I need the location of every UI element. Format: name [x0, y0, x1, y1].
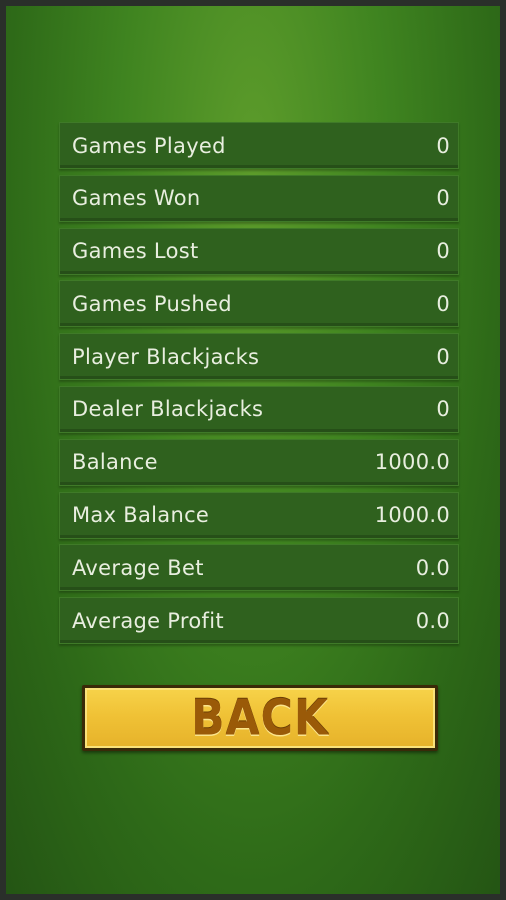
stat-row-average-bet: Average Bet 0.0 — [59, 544, 459, 592]
stat-label: Max Balance — [72, 503, 210, 528]
stat-label: Games Pushed — [72, 291, 232, 316]
stat-value: 1000.0 — [374, 450, 450, 475]
stat-row-dealer-blackjacks: Dealer Blackjacks 0 — [59, 385, 459, 433]
stat-row-player-blackjacks: Player Blackjacks 0 — [59, 333, 459, 381]
stat-value: 1000.0 — [374, 503, 450, 528]
stat-row-balance: Balance 1000.0 — [59, 438, 459, 486]
stat-label: Average Profit — [72, 608, 224, 633]
stat-value: 0 — [436, 133, 450, 158]
stat-row-games-played: Games Played 0 — [59, 122, 459, 169]
stat-label: Balance — [72, 450, 158, 475]
stat-row-games-won: Games Won 0 — [59, 174, 459, 222]
stat-value: 0 — [436, 397, 450, 422]
stat-row-games-pushed: Games Pushed 0 — [59, 280, 459, 328]
stat-label: Games Won — [72, 186, 201, 211]
stat-row-average-profit: Average Profit 0.0 — [59, 597, 459, 645]
stat-label: Games Played — [72, 133, 226, 158]
stat-row-max-balance: Max Balance 1000.0 — [59, 491, 459, 539]
stat-value: 0.0 — [415, 555, 450, 580]
stat-value: 0 — [436, 186, 450, 211]
stat-label: Dealer Blackjacks — [72, 397, 264, 422]
stat-label: Games Lost — [72, 239, 199, 264]
stat-label: Average Bet — [72, 555, 204, 580]
stat-value: 0 — [436, 291, 450, 316]
back-button[interactable]: BACK — [82, 685, 438, 751]
stats-table: Games Played 0 Games Won 0 Games Lost 0 … — [59, 122, 459, 650]
stat-row-games-lost: Games Lost 0 — [59, 227, 459, 275]
stat-value: 0.0 — [415, 608, 450, 633]
stat-value: 0 — [436, 344, 450, 369]
stats-screen: Games Played 0 Games Won 0 Games Lost 0 … — [0, 0, 506, 900]
stat-value: 0 — [436, 239, 450, 264]
stat-label: Player Blackjacks — [72, 344, 260, 369]
back-button-label: BACK — [191, 689, 329, 747]
